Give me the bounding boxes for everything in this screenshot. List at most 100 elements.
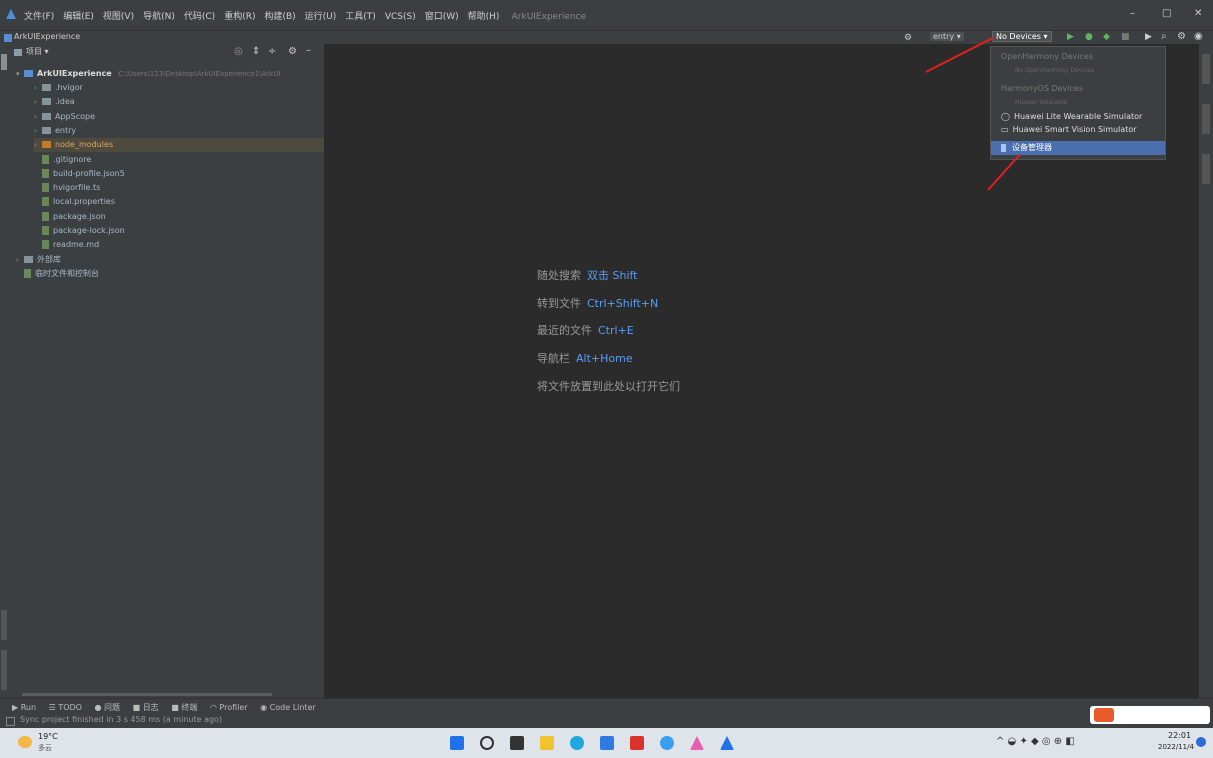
navigation-bar: ArkUIExperience ⚙ entry ▾ No Devices ▾ ▶… [0,30,1213,45]
tree-item[interactable]: › .hvigor [34,81,83,95]
menu-code[interactable]: 代码(C) [184,12,215,22]
tree-item[interactable]: › .idea [34,95,75,109]
right-tool-strip [1199,44,1213,698]
locate-icon[interactable]: ◎ [234,46,243,57]
tree-item[interactable]: package-lock.json [34,224,125,238]
search-icon[interactable]: ⌕ [1161,31,1167,42]
scrollbar[interactable] [22,693,272,696]
tab-profiler[interactable]: ◠ Profiler [210,703,248,712]
panel-settings-icon[interactable]: ⚙ [288,46,297,57]
device-manager-icon[interactable]: ▶ [1145,32,1152,42]
tree-item[interactable]: package.json [34,210,106,224]
run-icon[interactable]: ▶ [1067,32,1074,42]
search-taskbar-icon[interactable] [480,736,494,750]
menu-vcs[interactable]: VCS(S) [385,12,416,22]
edge-icon[interactable] [570,736,584,750]
tab-code-linter[interactable]: ◉ Code Linter [260,703,316,712]
hint-navigation-bar: 导航栏 Alt+Home [537,352,633,365]
menu-tools[interactable]: 工具(T) [345,12,376,22]
hvigor-icon[interactable] [1202,104,1210,134]
tree-item[interactable]: hvigorfile.ts [34,181,100,195]
minimize-button[interactable]: – [1130,8,1135,19]
file-explorer-icon[interactable] [540,736,554,750]
window-title: ArkUIExperience [511,12,587,22]
expand-all-icon[interactable]: ÷ [268,46,276,57]
device-lite-wearable[interactable]: ◯ Huawei Lite Wearable Simulator [991,111,1165,123]
profile-icon[interactable]: ◆ [1103,32,1110,42]
project-panel: 项目 ▾ ◎ ⇕ ÷ ⚙ – ▾ ArkUIExperience C:\Users… [8,44,325,698]
account-icon[interactable]: ◉ [1194,31,1203,42]
chevron-right-icon[interactable]: › [34,95,42,109]
tree-item[interactable]: 临时文件和控制台 [16,267,99,281]
tree-item[interactable]: › 外部库 [16,253,61,267]
tab-terminal[interactable]: ■ 终端 [171,703,197,712]
device-manager-item[interactable]: 设备管理器 [991,141,1165,155]
device-smart-vision[interactable]: ▭ Huawei Smart Vision Simulator [991,124,1165,136]
hammer-icon[interactable]: ⚙ [904,33,912,43]
tab-log[interactable]: ■ 日志 [133,703,159,712]
device-select[interactable]: No Devices ▾ [992,31,1052,42]
tab-todo[interactable]: ☰ TODO [49,703,82,712]
tree-item[interactable]: .gitignore [34,153,91,167]
menu-file[interactable]: 文件(F) [24,12,54,22]
start-icon[interactable] [450,736,464,750]
menu-edit[interactable]: 编辑(E) [63,12,94,22]
task-view-icon[interactable] [510,736,524,750]
tree-item[interactable]: › AppScope [34,110,95,124]
tab-run[interactable]: ▶ Run [12,703,36,712]
notifications-icon[interactable] [1202,54,1210,84]
tree-item[interactable]: local.properties [34,195,115,209]
stop-icon[interactable]: ■ [1121,32,1130,42]
status-message[interactable]: Sync project finished in 3 s 458 ms (a m… [20,715,222,724]
wps-icon[interactable] [630,736,644,750]
store-icon[interactable] [600,736,614,750]
chevron-right-icon[interactable]: › [34,124,42,138]
chevron-right-icon[interactable]: › [34,110,42,124]
menu-navigate[interactable]: 导航(N) [143,12,175,22]
weather-temp[interactable]: 19°C [38,732,58,741]
clock-date[interactable]: 2022/11/4 [1158,743,1194,751]
previewer-icon[interactable] [1202,154,1210,184]
debug-icon[interactable]: ● [1085,32,1093,42]
hint-goto-file: 转到文件 Ctrl+Shift+N [537,297,659,310]
structure-tool-icon[interactable] [1,610,7,640]
favorites-tool-icon[interactable] [1,650,7,690]
browser-icon[interactable] [660,736,674,750]
tree-item[interactable]: build-profile.json5 [34,167,125,181]
tree-item-label: hvigorfile.ts [53,183,101,193]
tree-item[interactable]: › entry [34,124,76,138]
file-icon [42,211,49,221]
notification-center-icon[interactable] [1196,737,1206,747]
menu-build[interactable]: 构建(B) [264,12,295,22]
file-icon [42,197,49,207]
tree-root[interactable]: ▾ ArkUIExperience C:\Users\123\Desktop\Ar… [16,67,280,81]
menu-window[interactable]: 窗口(W) [425,12,459,22]
hint-drop-files: 将文件放置到此处以打开它们 [537,380,680,393]
chevron-right-icon[interactable]: › [16,253,24,267]
menu-refactor[interactable]: 重构(R) [224,12,255,22]
tray-icons[interactable]: ^ ◒ ✦ ◆ ◎ ⊕ ◧ [996,736,1075,747]
maximize-button[interactable]: □ [1162,8,1171,19]
tree-item[interactable]: › node_modules [34,138,324,153]
close-button[interactable]: ✕ [1194,8,1202,19]
tool-window-tabs: ▶ Run ☰ TODO ● 问题 ■ 日志 ■ 终端 ◠ Profiler ◉… [12,702,326,713]
menu-help[interactable]: 帮助(H) [468,12,500,22]
hide-panel-icon[interactable]: – [306,45,311,56]
menu-run[interactable]: 运行(U) [305,12,337,22]
tab-problems[interactable]: ● 问题 [95,703,121,712]
folder-icon [42,112,51,120]
settings-icon[interactable]: ⚙ [1177,31,1186,42]
project-tool-icon[interactable] [1,54,7,70]
clock-time[interactable]: 22:01 [1168,731,1191,740]
chevron-right-icon[interactable]: › [34,81,42,95]
project-view-select[interactable]: 项目 ▾ [26,46,49,57]
folder-icon [42,84,51,91]
module-select[interactable]: entry ▾ [930,32,964,41]
chevron-right-icon[interactable]: › [34,138,42,152]
collapse-all-icon[interactable]: ⇕ [252,46,260,57]
breadcrumb[interactable]: ArkUIExperience [14,32,80,41]
menu-view[interactable]: 视图(V) [103,12,134,22]
tool-window-bar: ▶ Run ☰ TODO ● 问题 ■ 日志 ■ 终端 ◠ Profiler ◉… [0,693,1213,715]
project-icon [4,34,12,42]
tree-item[interactable]: readme.md [34,238,99,252]
